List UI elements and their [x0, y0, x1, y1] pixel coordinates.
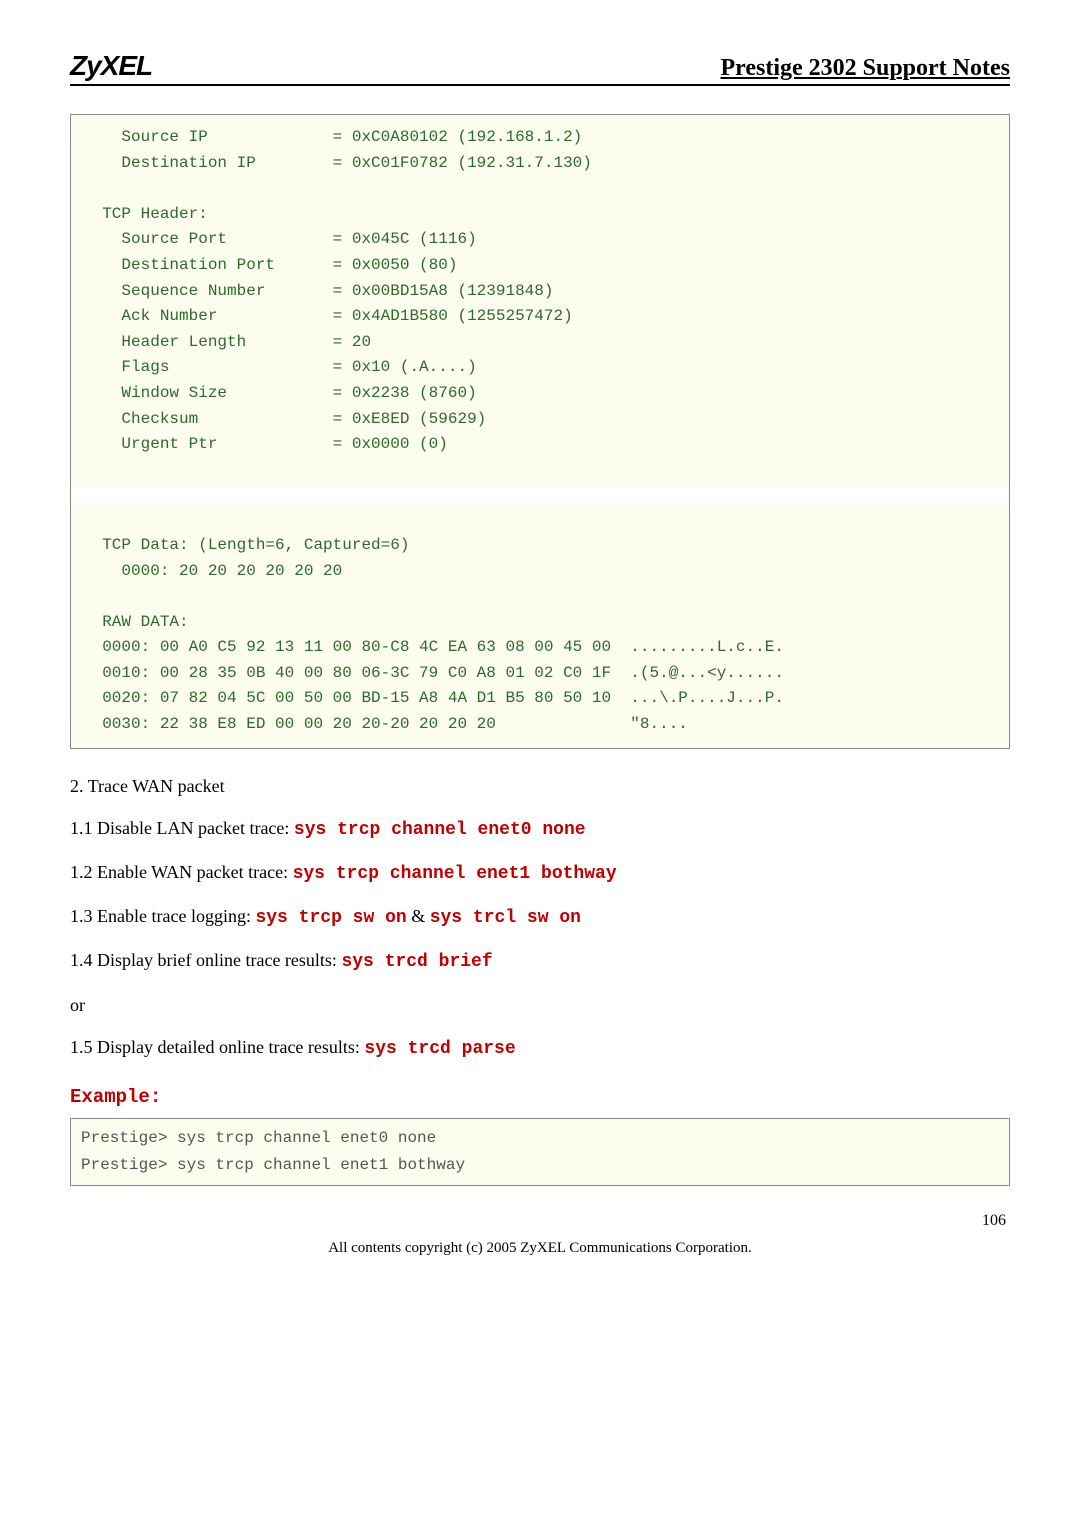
- step-command: sys trcd parse: [364, 1039, 515, 1059]
- footer-copyright: All contents copyright (c) 2005 ZyXEL Co…: [70, 1240, 1010, 1257]
- page-number: 106: [70, 1212, 1010, 1230]
- packet-dump-block: Source IP = 0xC0A80102 (192.168.1.2) Des…: [70, 114, 1010, 749]
- step-text: 1.1 Disable LAN packet trace:: [70, 818, 294, 838]
- step-command: sys trcd brief: [341, 952, 492, 972]
- step-command: sys trcp sw on: [255, 908, 406, 928]
- step-1-2: 1.2 Enable WAN packet trace: sys trcp ch…: [70, 855, 1010, 891]
- logo: ZyXEL: [70, 50, 152, 82]
- section-heading-trace-wan: 2. Trace WAN packet: [70, 769, 1010, 803]
- step-command: sys trcp channel enet1 bothway: [293, 864, 617, 884]
- step-separator: &: [407, 906, 430, 926]
- step-or: or: [70, 988, 1010, 1022]
- code-divider: [71, 487, 1009, 503]
- packet-dump-lower: TCP Data: (Length=6, Captured=6) 0000: 2…: [83, 536, 784, 733]
- step-text: 1.2 Enable WAN packet trace:: [70, 862, 293, 882]
- example-label: Example:: [70, 1086, 1010, 1108]
- packet-dump-upper: Source IP = 0xC0A80102 (192.168.1.2) Des…: [83, 128, 592, 453]
- step-1-5: 1.5 Display detailed online trace result…: [70, 1030, 1010, 1066]
- step-1-3: 1.3 Enable trace logging: sys trcp sw on…: [70, 899, 1010, 935]
- page-header: ZyXEL Prestige 2302 Support Notes: [70, 50, 1010, 86]
- step-1-4: 1.4 Display brief online trace results: …: [70, 943, 1010, 979]
- step-1-1: 1.1 Disable LAN packet trace: sys trcp c…: [70, 811, 1010, 847]
- step-command: sys trcl sw on: [430, 908, 581, 928]
- step-text: 1.4 Display brief online trace results:: [70, 950, 341, 970]
- step-text: 1.3 Enable trace logging:: [70, 906, 255, 926]
- step-command: sys trcp channel enet0 none: [294, 820, 586, 840]
- example-commands-block: Prestige> sys trcp channel enet0 none Pr…: [70, 1118, 1010, 1186]
- page-title: Prestige 2302 Support Notes: [720, 55, 1010, 82]
- step-text: 1.5 Display detailed online trace result…: [70, 1037, 364, 1057]
